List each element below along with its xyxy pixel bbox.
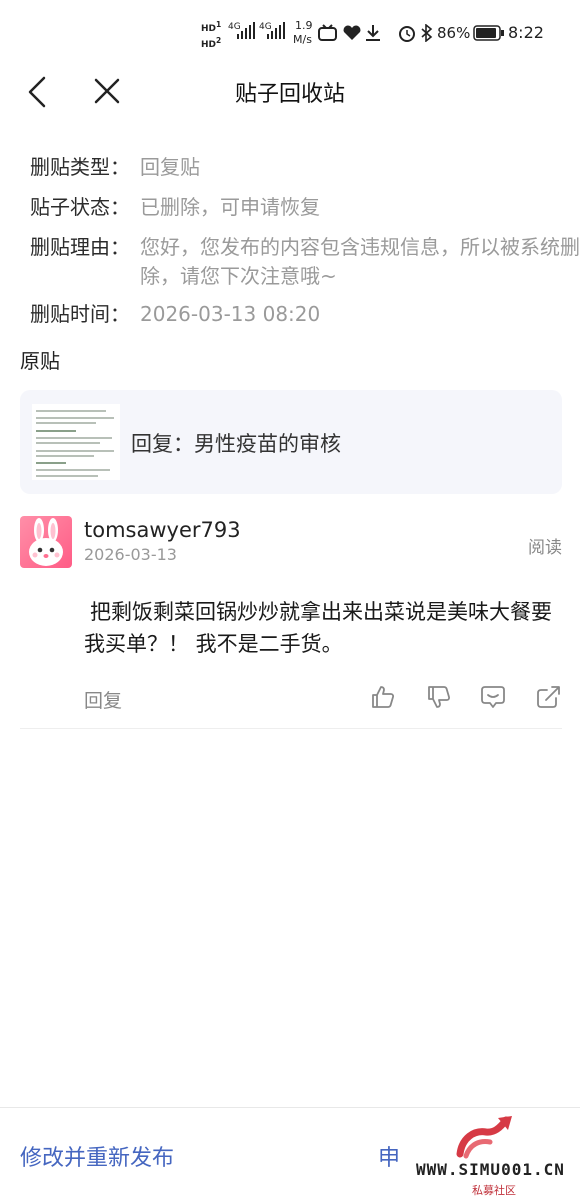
alarm-icon (399, 26, 415, 42)
watermark: WWW.SIMU001.CN 私募社区 (392, 1114, 572, 1197)
heart-icon (343, 25, 361, 40)
clock: 8:22 (508, 23, 544, 42)
delete-reason-label: 删贴理由： (30, 235, 130, 259)
share-icon[interactable] (536, 684, 562, 710)
hd-badge-1: HD1 (201, 20, 222, 34)
original-post-heading: 原贴 (20, 349, 60, 373)
delete-type-label: 删贴类型： (30, 155, 130, 179)
post-date: 2026-03-13 (84, 545, 177, 564)
page-title: 贴子回收站 (234, 82, 345, 107)
battery-percent: 86% (437, 24, 471, 42)
signal-icon-2 (267, 22, 285, 39)
original-post-title: 回复：男性疫苗的审核 (131, 432, 341, 456)
hd-badge-2: HD2 (201, 36, 222, 50)
divider (20, 728, 562, 729)
post-thumbnail (32, 404, 120, 480)
delete-time-value: 2026-03-13 08:20 (140, 302, 321, 326)
post-status-value: 已删除，可申请恢复 (140, 195, 320, 219)
comment-icon[interactable] (480, 684, 506, 710)
watermark-logo (456, 1116, 512, 1159)
read-label: 阅读 (528, 538, 562, 558)
delete-reason-value: 您好，您发布的内容包含违规信息，所以被系统删除，请您下次注意哦~ (140, 235, 580, 288)
delete-type-value: 回复贴 (140, 155, 200, 179)
edit-and-republish-button[interactable]: 修改并重新发布 (20, 1140, 174, 1172)
dislike-icon[interactable] (426, 684, 452, 710)
delete-time-label: 删贴时间： (30, 302, 130, 326)
post-status-label: 贴子状态： (30, 195, 130, 219)
original-post-card[interactable]: 回复：男性疫苗的审核 (20, 390, 562, 494)
watermark-text: WWW.SIMU001.CN (416, 1160, 565, 1179)
bluetooth-icon (421, 24, 433, 42)
tv-icon (318, 24, 337, 41)
battery-icon (473, 25, 504, 41)
reply-button[interactable]: 回复 (84, 686, 122, 713)
signal-icon-1 (237, 22, 255, 39)
username[interactable]: tomsawyer793 (84, 518, 241, 542)
like-icon[interactable] (370, 684, 396, 710)
avatar[interactable] (20, 516, 72, 568)
speed-unit: M/s (293, 33, 312, 46)
speed-value: 1.9 (295, 19, 313, 32)
bottom-bar: 修改并重新发布 申 WWW.SIMU001.CN 私募社区 (0, 1107, 580, 1197)
download-icon (366, 25, 380, 41)
status-bar: HD1 HD2 4G 4G 1.9 M/s 86% 8:22 (0, 0, 580, 64)
post-content: 把剩饭剩菜回锅炒炒就拿出来出菜说是美味大餐要我买单？！ 我不是二手货。 (84, 600, 552, 656)
